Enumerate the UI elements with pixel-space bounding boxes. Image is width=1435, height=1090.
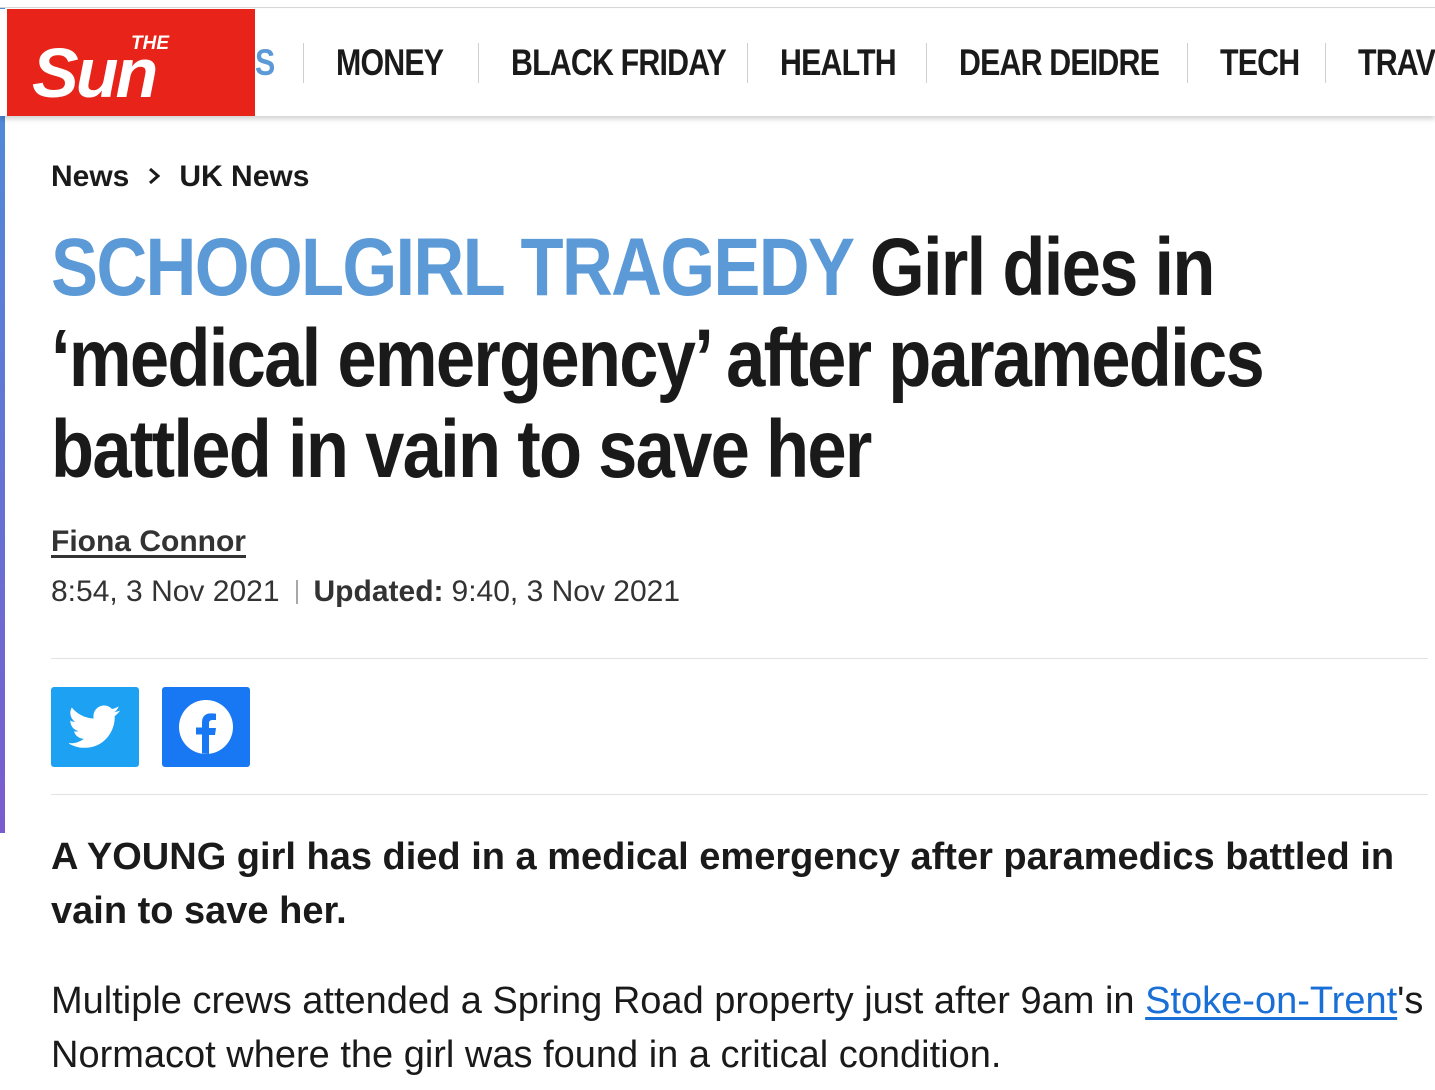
nav-item-travel[interactable]: TRAV [1326,9,1435,116]
nav-item-health[interactable]: HEALTH [748,9,926,116]
divider-top [51,658,1428,659]
nav-item-tech[interactable]: TECH [1188,9,1325,116]
twitter-share-button[interactable] [51,687,139,767]
article-paragraph: Multiple crews attended a Spring Road pr… [51,974,1431,1082]
updated-date: 9:40, 3 Nov 2021 [451,575,681,608]
nav-item-money[interactable]: MONEY [304,9,478,116]
published-date: 8:54, 3 Nov 2021 [51,575,280,608]
headline-kicker: SCHOOLGIRL TRAGEDY [51,222,854,313]
logo-graphic: THE Sun [32,33,170,112]
nav-item-health-label: HEALTH [780,41,897,83]
nav-item-dear-deidre-label: DEAR DEIDRE [959,41,1160,83]
twitter-icon [69,705,121,748]
divider-bottom [51,794,1428,795]
article-headline: SCHOOLGIRL TRAGEDY Girl dies in ‘medical… [51,222,1427,495]
main-nav: S MONEY BLACK FRIDAY HEALTH DEAR DEIDRE … [255,9,1435,116]
stoke-on-trent-link[interactable]: Stoke-on-Trent [1145,980,1397,1022]
logo-sun-text: Sun [32,34,155,112]
nav-item-black-friday[interactable]: BLACK FRIDAY [479,9,747,116]
nav-item-black-friday-label: BLACK FRIDAY [511,41,727,83]
nav-item-partial-label: S [255,41,275,83]
site-header: THE Sun S MONEY BLACK FRIDAY HEALTH DEAR… [0,9,1435,116]
facebook-icon [179,700,233,754]
author-link[interactable]: Fiona Connor [51,525,246,559]
browser-top-border [0,0,1435,8]
facebook-share-button[interactable] [162,687,250,767]
nav-item-partial[interactable]: S [255,9,303,116]
breadcrumb: News UK News [51,160,309,194]
nav-item-money-label: MONEY [336,41,444,83]
breadcrumb-uk-news[interactable]: UK News [179,160,309,194]
breadcrumb-news[interactable]: News [51,160,129,194]
article-lede: A YOUNG girl has died in a medical emerg… [51,836,1395,932]
date-divider [295,580,298,604]
nav-item-travel-label: TRAV [1358,41,1435,83]
nav-item-dear-deidre[interactable]: DEAR DEIDRE [927,9,1187,116]
paragraph-text-start: Multiple crews attended a Spring Road pr… [51,980,1146,1022]
updated-label: Updated: [313,575,444,608]
chevron-right-icon [147,160,161,194]
left-accent-bar [0,8,5,833]
nav-item-tech-label: TECH [1220,41,1300,83]
the-sun-logo[interactable]: THE Sun [7,9,255,116]
article-dates: 8:54, 3 Nov 2021 Updated: 9:40, 3 Nov 20… [51,575,680,609]
